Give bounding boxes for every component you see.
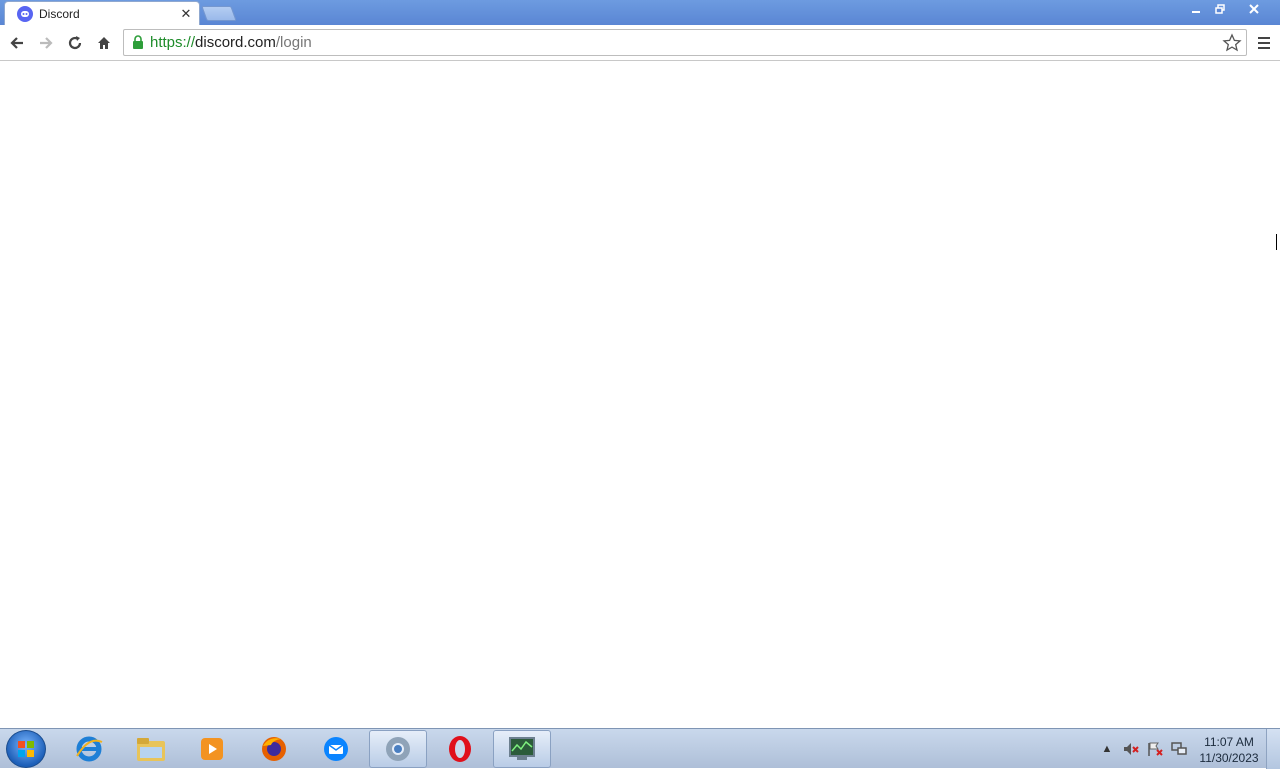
bookmark-star-icon[interactable] <box>1222 33 1242 53</box>
lock-icon <box>132 35 146 51</box>
file-explorer-icon[interactable] <box>122 730 180 768</box>
address-bar[interactable]: https://discord.com/login <box>123 29 1247 56</box>
tab-close-icon[interactable]: ✕ <box>179 6 193 22</box>
reload-button[interactable] <box>63 31 87 55</box>
opera-icon[interactable] <box>431 730 489 768</box>
url-text: https://discord.com/login <box>150 34 312 51</box>
close-window-button[interactable] <box>1234 0 1274 17</box>
browser-title-bar: Discord ✕ <box>0 0 1280 25</box>
page-content[interactable] <box>0 62 1280 728</box>
reload-icon <box>68 36 82 50</box>
discord-icon <box>17 5 33 22</box>
back-button[interactable] <box>5 31 29 55</box>
new-tab-button[interactable] <box>201 6 237 21</box>
clock-date: 11/30/2023 <box>1199 751 1259 765</box>
action-center-flag-icon[interactable] <box>1146 740 1164 758</box>
windows-taskbar: ▲ 11:07 AM 11/30/2023 <box>0 728 1280 769</box>
back-arrow-icon <box>10 37 23 49</box>
browser-toolbar: https://discord.com/login <box>0 25 1280 61</box>
tab-discord[interactable]: Discord ✕ <box>4 1 200 25</box>
home-button[interactable] <box>92 31 116 55</box>
home-icon <box>98 37 110 49</box>
url-host: discord.com <box>195 34 276 51</box>
volume-muted-icon[interactable] <box>1122 740 1140 758</box>
show-hidden-icons-icon[interactable]: ▲ <box>1098 740 1116 758</box>
start-button[interactable] <box>6 730 46 768</box>
forward-button[interactable] <box>34 31 58 55</box>
chrome-icon[interactable] <box>369 730 427 768</box>
media-player-icon[interactable] <box>183 730 241 768</box>
browser-menu-button[interactable] <box>1254 31 1274 55</box>
url-scheme: https:// <box>150 34 196 51</box>
system-tray: ▲ <box>1098 735 1188 763</box>
show-desktop-button[interactable] <box>1266 729 1280 769</box>
url-path: /login <box>275 34 312 51</box>
internet-explorer-icon[interactable] <box>60 730 118 768</box>
firefox-icon[interactable] <box>245 730 303 768</box>
tab-title: Discord <box>39 6 80 21</box>
restore-button[interactable] <box>1208 0 1232 17</box>
windows-logo-icon <box>18 741 34 757</box>
forward-arrow-icon <box>40 37 53 49</box>
minimize-button[interactable] <box>1184 0 1208 17</box>
mouse-cursor <box>1276 234 1280 250</box>
task-manager-icon[interactable] <box>493 730 551 768</box>
thunderbird-icon[interactable] <box>307 730 365 768</box>
network-icon[interactable] <box>1170 740 1188 758</box>
clock-time: 11:07 AM <box>1204 735 1254 749</box>
taskbar-clock[interactable]: 11:07 AM 11/30/2023 <box>1196 734 1262 766</box>
